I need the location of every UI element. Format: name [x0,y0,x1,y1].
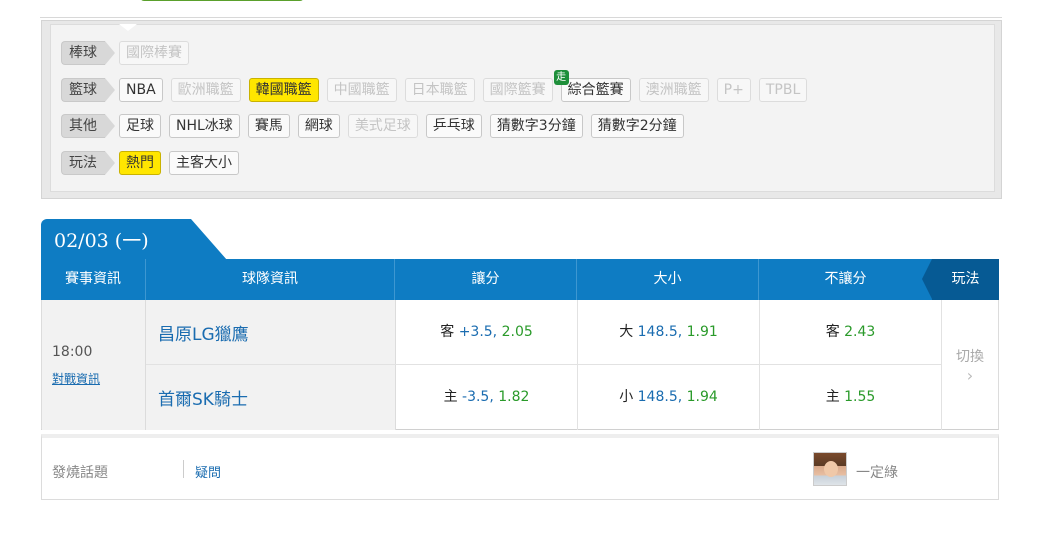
discussion-bar: 發燒話題 疑問 一定綠 [41,434,999,500]
odds-value: 2.43 [844,324,876,340]
odds-line: 148.5, [637,389,683,405]
odds-line: -3.5, [462,389,494,405]
team-name-away[interactable]: 昌原LG獵鷹 [158,320,249,345]
chip-table-tennis[interactable]: 乒乓球 [425,114,482,138]
date-tab: 02/03 (一) [41,219,227,260]
odds-handicap-away[interactable]: 客 +3.5, 2.05 [396,300,578,365]
divider [183,460,184,478]
chip-korea-basketball[interactable]: 韓國職籃 [248,78,319,102]
filter-row-label: 其他 [61,114,115,138]
filter-row-label: 籃球 [61,78,115,102]
odds-over[interactable]: 大 148.5, 1.91 [578,300,760,365]
username[interactable]: 一定綠 [856,462,898,482]
header-handicap: 讓分 [395,259,577,300]
header-play-label: 玩法 [951,271,980,287]
filter-row-label: 玩法 [61,151,115,175]
chip-international-basketball[interactable]: 國際籃賽 [482,78,553,102]
odds-label: 主 [825,389,840,405]
chip-label: 綜合籃賽 [567,82,624,98]
game-time: 18:00 [52,344,93,360]
event-info-cell: 18:00 對戰資訊 [42,300,146,430]
odds-label: 客 [825,324,840,340]
top-button-green[interactable] [140,0,304,1]
chip-p-plus[interactable]: P+ [716,78,751,102]
chip-tpbl[interactable]: TPBL [758,78,808,102]
filter-row-basketball: 籃球 NBA 歐洲職籃 韓國職籃 中國職籃 日本職籃 國際籃賽 走綜合籃賽 澳洲… [61,70,815,102]
date-tab-slope [191,219,227,260]
chip-home-away-over-under[interactable]: 主客大小 [169,151,239,175]
date-label: 02/03 (一) [54,230,149,252]
chip-soccer[interactable]: 足球 [119,114,161,138]
chip-tennis[interactable]: 網球 [297,114,340,138]
odds-handicap-home[interactable]: 主 -3.5, 1.82 [396,365,578,430]
switch-play-button[interactable]: 切換 › [942,300,998,430]
filter-row-play-type: 玩法 熱門 主客大小 [61,151,247,175]
hot-topic-label: 發燒話題 [52,465,108,481]
chip-guess-number-3min[interactable]: 猜數字3分鐘 [489,114,583,138]
odds-label: 小 [619,389,634,405]
chevron-right-icon: › [966,366,974,385]
chip-japan-basketball[interactable]: 日本職籃 [404,78,475,102]
filter-row-label: 棒球 [61,41,115,65]
live-badge: 走 [553,70,569,85]
odds-under[interactable]: 小 148.5, 1.94 [578,365,760,430]
odds-value: 2.05 [501,324,533,340]
odds-value: 1.91 [686,324,718,340]
chip-china-basketball[interactable]: 中國職籃 [326,78,397,102]
avatar[interactable] [813,452,847,486]
team-home-cell: 首爾SK騎士 [146,365,396,430]
team-away-cell: 昌原LG獵鷹 [146,300,396,365]
filter-row-other: 其他 足球 NHL冰球 賽馬 網球 美式足球 乒乓球 猜數字3分鐘 猜數字2分鐘 [61,114,692,138]
odds-value: 1.94 [686,389,718,405]
header-over-under: 大小 [577,259,759,300]
chip-horse-racing[interactable]: 賽馬 [247,114,290,138]
team-name-home[interactable]: 首爾SK騎士 [158,385,248,410]
chip-euro-basketball[interactable]: 歐洲職籃 [170,78,241,102]
chip-guess-number-2min[interactable]: 猜數字2分鐘 [590,114,684,138]
switch-label: 切換 [956,349,984,365]
chip-nba[interactable]: NBA [119,78,163,102]
avatar-face [824,461,838,477]
odds-label: 大 [619,324,634,340]
divider [40,17,1002,18]
chip-american-football[interactable]: 美式足球 [347,114,418,138]
header-moneyline: 不讓分 [824,271,867,287]
top-toolbar-remnant [0,0,1048,20]
matchup-info-link[interactable]: 對戰資訊 [52,370,100,387]
game-row: 18:00 對戰資訊 昌原LG獵鷹 客 +3.5, 2.05 大 148.5, … [41,300,999,430]
chip-mixed-basketball[interactable]: 走綜合籃賽 [553,70,631,102]
odds-value: 1.55 [844,389,876,405]
header-team-info: 球隊資訊 [146,259,395,300]
odds-line: 148.5, [637,324,683,340]
chip-international-baseball[interactable]: 國際棒賽 [119,41,189,65]
header-play[interactable]: 玩法 [922,259,999,300]
table-header: 賽事資訊 球隊資訊 讓分 大小 不讓分 玩法 [41,259,999,300]
filter-panel: 棒球 國際棒賽 籃球 NBA 歐洲職籃 韓國職籃 中國職籃 日本職籃 國際籃賽 … [41,20,1002,199]
question-link[interactable]: 疑問 [195,462,221,481]
odds-value: 1.82 [498,389,530,405]
chip-nhl[interactable]: NHL冰球 [169,114,240,138]
odds-label: 客 [440,324,455,340]
filter-notch [119,24,137,31]
odds-line: +3.5, [458,324,498,340]
chip-hot[interactable]: 熱門 [119,151,161,175]
chip-australia-basketball[interactable]: 澳洲職籃 [638,78,709,102]
odds-moneyline-home[interactable]: 主 1.55 [760,365,942,430]
odds-label: 主 [443,389,458,405]
odds-moneyline-away[interactable]: 客 2.43 [760,300,942,365]
header-event-info: 賽事資訊 [41,259,146,300]
filter-row-baseball: 棒球 國際棒賽 [61,41,197,65]
filter-panel-inner: 棒球 國際棒賽 籃球 NBA 歐洲職籃 韓國職籃 中國職籃 日本職籃 國際籃賽 … [50,24,995,192]
